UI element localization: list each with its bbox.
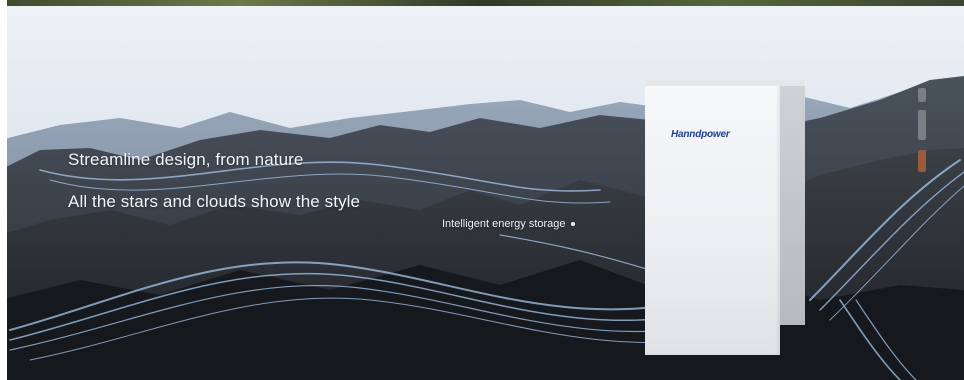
cabinet-front-panel: Hanndpower [645, 80, 780, 355]
hero-banner: Streamline design, from nature All the s… [0, 0, 964, 380]
tagline-dot-icon [570, 222, 575, 226]
top-image-strip [0, 0, 964, 6]
headline-stars-and-clouds: All the stars and clouds show the style [68, 192, 361, 211]
cabinet-side-panel [780, 80, 926, 325]
mountain-landscape-background [0, 0, 964, 380]
cabinet-top [645, 80, 805, 86]
energy-storage-cabinet: Hanndpower [645, 80, 926, 355]
cabinet-breaker [918, 150, 926, 172]
brand-logo: Hanndpower [671, 129, 730, 140]
cabinet-indicator-light [918, 88, 926, 102]
cabinet-port-panel [918, 110, 926, 140]
tagline: Intelligent energy storage [442, 218, 575, 230]
left-margin [0, 0, 7, 380]
tagline-text: Intelligent energy storage [442, 218, 566, 230]
headline-streamline-design: Streamline design, from nature [68, 150, 304, 169]
